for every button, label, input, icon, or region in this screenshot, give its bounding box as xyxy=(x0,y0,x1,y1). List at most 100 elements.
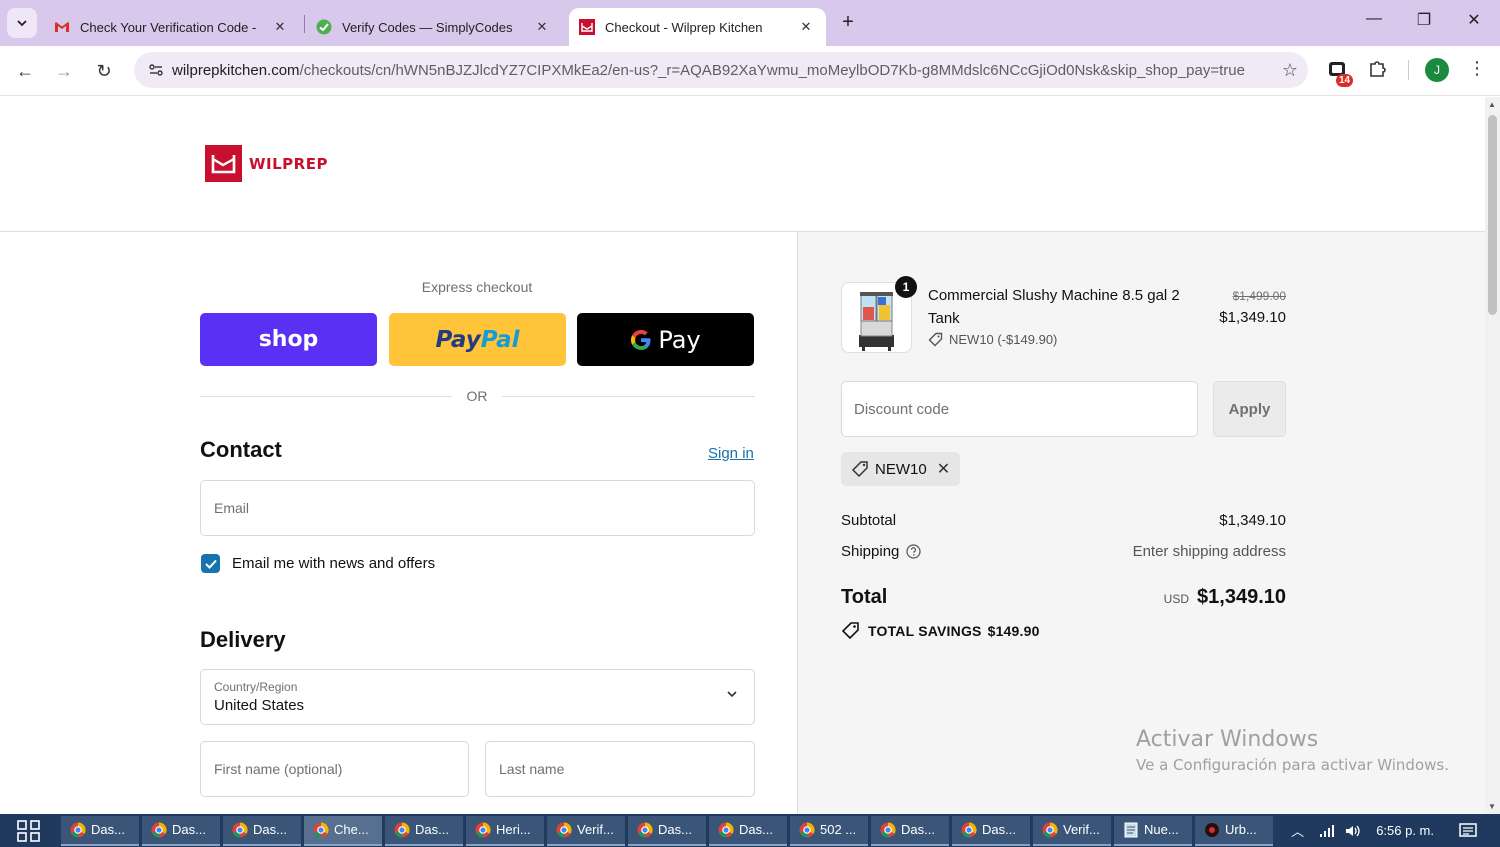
new-tab-button[interactable]: + xyxy=(836,10,860,34)
total-value: $1,349.10 xyxy=(1197,586,1286,608)
site-info-icon[interactable] xyxy=(140,62,172,78)
google-pay-button[interactable]: Pay xyxy=(577,313,754,366)
apply-button[interactable]: Apply xyxy=(1213,381,1286,437)
shipping-label: Shipping xyxy=(841,543,900,560)
first-name-placeholder: First name (optional) xyxy=(214,761,343,777)
page-scrollbar[interactable]: ▲ ▼ xyxy=(1485,97,1500,814)
tab-search-button[interactable] xyxy=(7,8,37,38)
discount-code-placeholder: Discount code xyxy=(854,400,950,418)
taskbar-item-label: Das... xyxy=(982,822,1016,837)
address-bar[interactable]: wilprepkitchen.com/checkouts/cn/hWN5nBJZ… xyxy=(134,52,1308,88)
subtotal-value: $1,349.10 xyxy=(1219,512,1286,529)
help-circle-icon[interactable] xyxy=(906,544,921,559)
discount-code-input[interactable]: Discount code xyxy=(841,381,1198,437)
scrollbar-thumb[interactable] xyxy=(1488,115,1497,315)
app-icon xyxy=(1204,822,1220,838)
taskbar-item-label: Heri... xyxy=(496,822,531,837)
last-name-field[interactable]: Last name xyxy=(485,741,755,797)
wilprep-logo[interactable]: WILPREP xyxy=(205,145,328,182)
taskbar-item-label: Nue... xyxy=(1144,822,1179,837)
minimize-icon[interactable]: — xyxy=(1359,10,1389,28)
chrome-icon xyxy=(799,821,815,838)
taskbar-item[interactable]: Urb... xyxy=(1195,815,1273,846)
chrome-icon xyxy=(637,821,653,838)
scroll-down-icon[interactable]: ▼ xyxy=(1488,802,1496,811)
sign-in-link[interactable]: Sign in xyxy=(708,445,754,462)
newsletter-label: Email me with news and offers xyxy=(232,555,436,572)
remove-code-icon[interactable]: ✕ xyxy=(937,459,950,479)
taskbar-item[interactable]: Heri... xyxy=(466,815,544,846)
taskbar-item-label: Das... xyxy=(172,822,206,837)
taskbar-item-label: Das... xyxy=(901,822,935,837)
product-discount-text: NEW10 (-$149.90) xyxy=(949,332,1058,347)
taskbar-item[interactable]: Das... xyxy=(61,815,139,846)
toolbar-divider xyxy=(1408,60,1409,80)
bookmark-star-icon[interactable]: ☆ xyxy=(1272,60,1308,81)
newsletter-checkbox[interactable] xyxy=(201,554,220,573)
checkout-page: WILPREP Express checkout shop Pay Pal Pay… xyxy=(0,97,1485,814)
tab-simplycodes[interactable]: Verify Codes — SimplyCodes ✕ xyxy=(306,8,562,46)
tag-icon xyxy=(928,332,943,347)
taskbar-item[interactable]: Verif... xyxy=(547,815,625,846)
tab-title: Verify Codes — SimplyCodes xyxy=(342,19,513,35)
subtotal-row: Subtotal $1,349.10 xyxy=(841,512,1286,529)
close-tab-icon[interactable]: ✕ xyxy=(796,19,816,35)
back-icon[interactable]: ← xyxy=(12,58,38,84)
taskbar-item[interactable]: 502 ... xyxy=(790,815,868,846)
chrome-icon xyxy=(394,821,410,838)
chrome-icon xyxy=(70,821,86,838)
reload-icon[interactable]: ↻ xyxy=(91,58,117,84)
notepad-icon xyxy=(1123,822,1139,838)
taskbar-item-label: Das... xyxy=(658,822,692,837)
tab-gmail[interactable]: Check Your Verification Code - ✕ xyxy=(44,8,300,46)
taskbar-item-label: Das... xyxy=(253,822,287,837)
menu-dots-icon[interactable]: ⋮ xyxy=(1468,58,1486,79)
gmail-icon xyxy=(54,19,70,35)
shop-pay-button[interactable]: shop xyxy=(200,313,377,366)
chrome-icon xyxy=(232,821,248,838)
forward-icon[interactable]: → xyxy=(51,58,77,84)
taskbar-item[interactable]: Das... xyxy=(871,815,949,846)
newsletter-option[interactable]: Email me with news and offers xyxy=(201,554,435,573)
taskbar-item[interactable]: Das... xyxy=(223,815,301,846)
volume-icon[interactable] xyxy=(1344,823,1362,839)
country-select[interactable]: Country/Region United States xyxy=(200,669,755,725)
paypal-button[interactable]: Pay Pal xyxy=(389,313,566,366)
window-close-icon[interactable]: ✕ xyxy=(1459,10,1489,30)
taskbar-item[interactable]: Nue... xyxy=(1114,815,1192,846)
taskbar-item[interactable]: Das... xyxy=(628,815,706,846)
taskbar-item[interactable]: Das... xyxy=(952,815,1030,846)
taskbar-item[interactable]: Das... xyxy=(709,815,787,846)
tray-chevron-icon[interactable]: ︿ xyxy=(1291,821,1304,840)
country-value: United States xyxy=(214,697,305,714)
email-field[interactable]: Email xyxy=(200,480,755,536)
divider-right xyxy=(502,396,755,397)
wilprep-logo-mark xyxy=(205,145,242,182)
taskbar-item[interactable]: Che... xyxy=(304,815,382,846)
taskbar-item[interactable]: Das... xyxy=(142,815,220,846)
taskbar-item[interactable]: Verif... xyxy=(1033,815,1111,846)
notifications-icon[interactable] xyxy=(1458,822,1478,840)
original-price: $1,499.00 xyxy=(1232,289,1286,303)
scroll-up-icon[interactable]: ▲ xyxy=(1488,100,1496,109)
start-grid-icon[interactable] xyxy=(0,814,58,847)
last-name-placeholder: Last name xyxy=(499,761,565,777)
checkmark-icon xyxy=(204,559,217,569)
network-icon[interactable] xyxy=(1318,823,1336,839)
taskbar-item[interactable]: Das... xyxy=(385,815,463,846)
restore-icon[interactable]: ❐ xyxy=(1409,10,1439,30)
windows-taskbar: Das... Das... Das... Che... Das... Heri... Ver… xyxy=(0,814,1500,847)
extension-badge-count: 14 xyxy=(1336,74,1354,87)
tab-title: Checkout - Wilprep Kitchen xyxy=(605,19,763,35)
clock[interactable]: 6:56 p. m. xyxy=(1376,823,1434,838)
tab-checkout[interactable]: Checkout - Wilprep Kitchen ✕ xyxy=(569,8,826,46)
taskbar-item-label: Das... xyxy=(739,822,773,837)
first-name-field[interactable]: First name (optional) xyxy=(200,741,469,797)
close-tab-icon[interactable]: ✕ xyxy=(270,19,290,35)
savings-value: $149.90 xyxy=(987,622,1040,639)
wilprep-icon xyxy=(579,19,595,35)
divider-left xyxy=(200,396,452,397)
profile-avatar[interactable]: J xyxy=(1425,58,1449,82)
extensions-puzzle-icon[interactable] xyxy=(1367,58,1389,85)
close-tab-icon[interactable]: ✕ xyxy=(532,19,552,35)
